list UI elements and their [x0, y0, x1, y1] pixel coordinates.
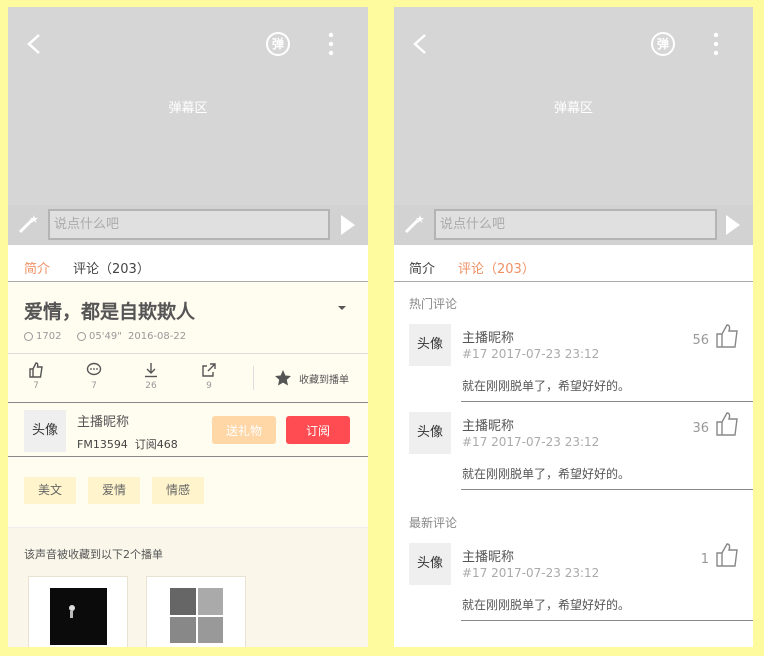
tab-bar: 简介 评论（203） — [394, 245, 753, 282]
expand-caret-icon[interactable] — [338, 306, 346, 310]
host-section: 头像 主播昵称 FM13594 订阅468 送礼物 订阅 — [8, 403, 368, 457]
playlist-caption: 该声音被收藏到以下2个播单 — [24, 548, 163, 561]
comment-divider — [461, 401, 753, 402]
comment-like-count: 36 — [692, 421, 709, 436]
back-arrow-icon[interactable] — [24, 33, 46, 55]
thumb-up-icon[interactable] — [715, 543, 739, 567]
download-count: 26 — [145, 381, 157, 391]
playlist-cover — [170, 588, 223, 643]
play-icon — [24, 332, 33, 341]
like-button[interactable]: 7 — [24, 362, 48, 391]
send-icon[interactable] — [725, 214, 741, 236]
detail-screen: 弹 弹幕区 简介 评论（203） 爱情，都是自欺欺人 1702 05'49" 2… — [8, 7, 368, 647]
host-fm: FM13594 — [77, 438, 128, 451]
player-area[interactable]: 弹 弹幕区 — [394, 7, 753, 205]
danmu-toggle-icon[interactable]: 弹 — [266, 32, 290, 56]
thumb-up-icon[interactable] — [715, 412, 739, 436]
play-count-value: 1702 — [36, 331, 62, 342]
comment-button[interactable]: 7 — [82, 362, 106, 391]
playlist-card[interactable] — [28, 576, 128, 647]
thumb-up-icon — [29, 362, 43, 378]
publish-date-value: 2016-08-22 — [128, 331, 187, 342]
subscribe-button[interactable]: 订阅 — [286, 416, 350, 444]
like-count: 7 — [33, 381, 39, 391]
tab-comments[interactable]: 评论（203） — [73, 258, 150, 277]
comment-divider — [461, 620, 753, 621]
comment-meta: #17 2017-07-23 23:12 — [462, 435, 600, 449]
commenter-name[interactable]: 主播昵称 — [462, 415, 514, 434]
share-icon — [202, 363, 216, 377]
playlist-cover — [50, 588, 107, 645]
action-divider — [253, 366, 254, 390]
commenter-avatar[interactable]: 头像 — [409, 543, 451, 585]
star-icon — [275, 370, 291, 386]
comment-like-count: 1 — [700, 552, 709, 567]
comment-meta: #17 2017-07-23 23:12 — [462, 566, 600, 580]
share-count: 9 — [206, 381, 212, 391]
track-info: 爱情，都是自欺欺人 1702 05'49" 2016-08-22 — [8, 283, 368, 353]
action-bar: 7 7 26 9 收藏到播单 — [8, 353, 368, 403]
back-arrow-icon[interactable] — [410, 33, 432, 55]
danmu-toggle-icon[interactable]: 弹 — [651, 32, 675, 56]
commenter-name[interactable]: 主播昵称 — [462, 327, 514, 346]
send-gift-button[interactable]: 送礼物 — [212, 416, 276, 444]
host-avatar[interactable]: 头像 — [24, 410, 66, 452]
download-button[interactable]: 26 — [139, 362, 163, 391]
playlist-card[interactable] — [146, 576, 246, 647]
danmu-area-label: 弹幕区 — [168, 101, 208, 116]
tag-item[interactable]: 爱情 — [88, 477, 141, 504]
danmu-area-label: 弹幕区 — [553, 101, 593, 116]
thumb-up-icon[interactable] — [715, 324, 739, 348]
magic-wand-icon[interactable] — [16, 212, 40, 236]
track-title: 爱情，都是自欺欺人 — [24, 301, 196, 323]
comments-screen: 弹 弹幕区 简介 评论（203） 热门评论 头像 主播昵称 #17 2017-0… — [394, 7, 753, 647]
comment-bubble-icon — [86, 362, 102, 376]
play-count: 1702 — [24, 331, 61, 342]
favorite-label: 收藏到播单 — [299, 374, 349, 386]
favorite-to-playlist-button[interactable]: 收藏到播单 — [274, 369, 349, 387]
more-vertical-icon[interactable] — [328, 32, 334, 56]
comment-text: 就在刚刚脱单了，希望好好的。 — [462, 379, 631, 393]
tab-bar: 简介 评论（203） — [8, 245, 368, 282]
comment-text: 就在刚刚脱单了，希望好好的。 — [462, 467, 631, 481]
duration-value: 05'49" — [89, 331, 122, 342]
comment-like-count: 56 — [692, 333, 709, 348]
host-subs: 订阅468 — [134, 438, 178, 451]
comment-meta: #17 2017-07-23 23:12 — [462, 347, 600, 361]
comment-item: 头像 主播昵称 #17 2017-07-23 23:12 1 就在刚刚脱单了，希… — [394, 543, 753, 623]
clock-icon — [77, 332, 86, 341]
more-vertical-icon[interactable] — [713, 32, 719, 56]
playlist-section: 该声音被收藏到以下2个播单 — [8, 527, 368, 647]
tag-item[interactable]: 美文 — [24, 477, 77, 504]
host-stats: FM13594 订阅468 — [77, 436, 178, 452]
host-name[interactable]: 主播昵称 — [77, 411, 129, 430]
tab-intro[interactable]: 简介 — [24, 258, 50, 277]
comment-item: 头像 主播昵称 #17 2017-07-23 23:12 56 就在刚刚脱单了，… — [394, 324, 753, 404]
danmu-input-bar — [394, 205, 753, 245]
download-icon — [145, 363, 157, 378]
magic-wand-icon[interactable] — [402, 212, 426, 236]
tag-list: 美文 爱情 情感 — [24, 477, 205, 504]
share-button[interactable]: 9 — [197, 362, 221, 391]
danmu-input-bar — [8, 205, 368, 245]
latest-comments-title: 最新评论 — [409, 516, 458, 530]
comment-count: 7 — [91, 381, 97, 391]
comment-divider — [461, 489, 753, 490]
tag-item[interactable]: 情感 — [152, 477, 205, 504]
comment-text: 就在刚刚脱单了，希望好好的。 — [462, 598, 631, 612]
commenter-avatar[interactable]: 头像 — [409, 324, 451, 366]
duration: 05'49" — [77, 331, 122, 342]
danmu-input[interactable] — [434, 209, 717, 240]
publish-date: 2016-08-22 — [128, 331, 186, 342]
tab-intro[interactable]: 简介 — [409, 258, 435, 277]
send-icon[interactable] — [340, 214, 356, 236]
tab-comments[interactable]: 评论（203） — [458, 258, 535, 277]
player-area[interactable]: 弹 弹幕区 — [8, 7, 368, 205]
commenter-name[interactable]: 主播昵称 — [462, 546, 514, 565]
commenter-avatar[interactable]: 头像 — [409, 412, 451, 454]
danmu-input[interactable] — [48, 209, 330, 240]
comment-item: 头像 主播昵称 #17 2017-07-23 23:12 36 就在刚刚脱单了，… — [394, 412, 753, 492]
hot-comments-title: 热门评论 — [409, 297, 458, 311]
